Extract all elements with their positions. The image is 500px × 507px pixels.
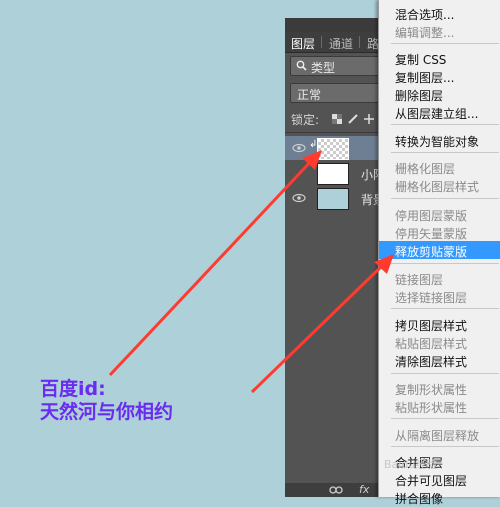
menu-item-merge-visible[interactable]: 合并可见图层	[379, 470, 500, 488]
menu-separator	[391, 418, 499, 419]
annotation-text: 百度id: 天然河与你相约	[40, 378, 173, 424]
tab-divider	[359, 36, 360, 48]
menu-item-paste-layer-style[interactable]: 粘贴图层样式	[379, 333, 500, 351]
layers-list: ↲ 小阳 背景	[285, 132, 385, 213]
menu-item-select-linked-layers[interactable]: 选择链接图层	[379, 287, 500, 305]
search-icon	[296, 60, 307, 71]
menu-separator	[391, 373, 499, 374]
menu-item-flatten-image[interactable]: 拼合图像	[379, 488, 500, 506]
layer-row[interactable]: ↲	[285, 136, 385, 160]
tab-channels[interactable]: 通道	[329, 35, 353, 52]
menu-item-clear-layer-style[interactable]: 清除图层样式	[379, 351, 500, 369]
tab-divider	[321, 36, 322, 48]
menu-item-delete-layer[interactable]: 删除图层	[379, 85, 500, 103]
menu-item-group-from-layers[interactable]: 从图层建立组...	[379, 103, 500, 121]
menu-item-rasterize-layer-style[interactable]: 栅格化图层样式	[379, 176, 500, 194]
eye-icon[interactable]	[292, 192, 306, 204]
menu-separator	[391, 198, 499, 199]
panel-title-bar[interactable]	[285, 18, 385, 32]
fx-icon[interactable]: fx	[359, 483, 369, 496]
lock-label: 锁定:	[291, 113, 320, 127]
menu-item-copy-shape-attributes[interactable]: 复制形状属性	[379, 379, 500, 397]
blend-mode-dropdown[interactable]: 正常	[290, 83, 380, 103]
annotation-line-1: 百度id:	[40, 378, 106, 400]
menu-item-disable-vector-mask[interactable]: 停用矢量蒙版	[379, 223, 500, 241]
layer-row[interactable]: 小阳	[285, 161, 385, 185]
menu-item-convert-smart-object[interactable]: 转换为智能对象	[379, 131, 500, 149]
layer-thumbnail	[317, 163, 349, 185]
menu-separator	[391, 124, 499, 125]
annotation-line-2: 天然河与你相约	[40, 401, 174, 423]
menu-separator	[391, 308, 499, 309]
menu-separator	[391, 152, 499, 153]
layer-thumbnail	[317, 188, 349, 210]
menu-item-copy-layer-style[interactable]: 拷贝图层样式	[379, 315, 500, 333]
lock-transparency-icon[interactable]	[332, 114, 342, 124]
lock-pixels-icon[interactable]	[348, 114, 358, 124]
menu-separator	[391, 446, 499, 447]
menu-separator	[391, 263, 499, 264]
panel-footer: fx	[285, 483, 385, 497]
lock-position-icon[interactable]	[364, 114, 374, 124]
tab-layers[interactable]: 图层	[291, 35, 315, 52]
menu-item-rasterize-layer[interactable]: 栅格化图层	[379, 158, 500, 176]
layer-row[interactable]: 背景	[285, 186, 385, 210]
layer-filter-dropdown[interactable]: 类型	[290, 56, 380, 76]
link-icon[interactable]	[329, 485, 343, 495]
menu-item-copy-css[interactable]: 复制 CSS	[379, 49, 500, 67]
panel-tabs: 图层 通道 路	[285, 32, 385, 53]
layers-panel: 图层 通道 路 类型 正常 锁定: ↲ 小阳 背景 fx	[285, 18, 385, 497]
eye-icon[interactable]	[292, 142, 306, 154]
layer-context-menu: 混合选项... 编辑调整... 复制 CSS 复制图层... 删除图层 从图层建…	[378, 0, 500, 506]
menu-item-link-layers[interactable]: 链接图层	[379, 269, 500, 287]
menu-item-edit-adjustment[interactable]: 编辑调整...	[379, 22, 500, 40]
menu-item-release-clipping-mask[interactable]: 释放剪贴蒙版	[379, 241, 500, 259]
menu-item-blending-options[interactable]: 混合选项...	[379, 4, 500, 22]
lock-row: 锁定:	[285, 110, 385, 128]
blend-mode-value: 正常	[297, 88, 322, 102]
menu-item-release-from-isolation[interactable]: 从隔离图层释放	[379, 425, 500, 443]
layer-thumbnail	[317, 138, 349, 160]
layer-filter-label: 类型	[311, 61, 336, 75]
menu-separator	[391, 43, 499, 44]
menu-item-duplicate-layer[interactable]: 复制图层...	[379, 67, 500, 85]
menu-item-paste-shape-attributes[interactable]: 粘贴形状属性	[379, 397, 500, 415]
menu-item-disable-layer-mask[interactable]: 停用图层蒙版	[379, 205, 500, 223]
watermark: Baidu经验	[384, 458, 438, 471]
